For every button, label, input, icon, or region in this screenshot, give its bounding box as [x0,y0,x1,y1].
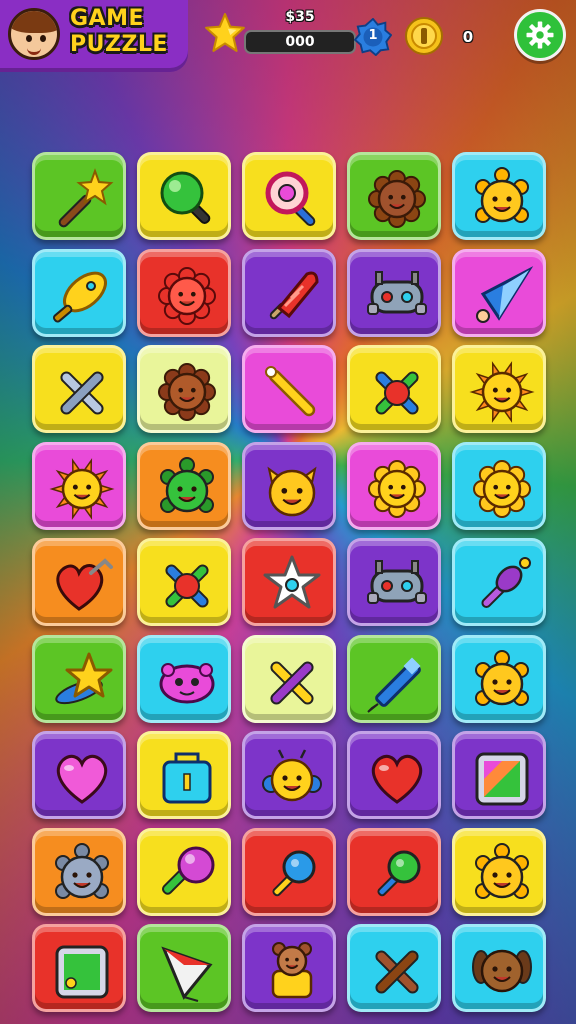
tile-green-turtle[interactable] [137,441,231,530]
tile-yellow-turtle[interactable] [452,827,546,916]
blue-pin-icon [272,850,316,896]
tile-yellow-turtle[interactable] [452,152,546,240]
tile-gray-robot[interactable] [347,538,441,626]
tile-heart-hook[interactable] [32,538,126,626]
tile-brown-flower-face[interactable] [137,345,231,433]
cross-sticks-icon [375,950,419,994]
gray-robot-icon [367,270,427,315]
tile-blue-pin[interactable] [242,827,336,916]
tile-sun-face[interactable] [452,345,546,433]
tile-bear-shirt[interactable] [242,924,336,1012]
tile-white-star[interactable] [242,538,336,626]
tile-red-crab[interactable] [137,248,231,337]
tile-yellow-star[interactable] [32,634,126,723]
tile-cross-wrench[interactable] [32,345,126,433]
tile-red-heart[interactable] [347,731,441,819]
white-star-icon [263,555,321,609]
popsicle-icon [269,271,319,319]
blue-pencil-icon [367,657,421,713]
sun-face-icon [49,457,115,520]
cross-ball-icon [165,564,209,608]
tile-gray-robot[interactable] [347,248,441,337]
sun-face-icon [469,361,535,423]
tile-blue-pencil[interactable] [347,634,441,723]
pink-heart-icon [57,754,107,804]
tile-yellow-cross[interactable] [242,634,336,723]
tile-cross-sticks[interactable] [347,924,441,1012]
yellow-cross-icon [270,660,314,705]
tile-yellow-rocket[interactable] [32,248,126,337]
yellow-flower-face-icon [473,459,531,518]
cat-face-icon [267,466,317,516]
yellow-bug-icon [262,749,322,802]
tile-blue-cone[interactable] [452,248,546,337]
green-pin-icon [377,850,421,896]
tile-green-pin[interactable] [347,827,441,916]
tile-green-lollipop[interactable] [137,152,231,240]
tile-cross-ball[interactable] [137,538,231,626]
tile-kite[interactable] [137,924,231,1012]
cross-wrench-icon [60,371,104,415]
tile-yellow-flower-face[interactable] [452,441,546,530]
yellow-turtle-icon [475,842,529,899]
tile-gray-turtle[interactable] [32,827,126,916]
blue-box-icon [162,752,212,804]
magnifier-icon [265,171,316,227]
yellow-rocket-icon [52,271,107,322]
brown-dog-icon [472,949,532,993]
tile-magnifier[interactable] [242,152,336,240]
bear-shirt-icon [271,942,313,999]
yellow-turtle-icon [475,649,529,706]
heart-hook-icon [56,558,113,611]
tile-pink-heart[interactable] [32,731,126,819]
wand-icon [58,168,114,228]
rainbow-card-icon [475,752,529,806]
tile-pink-lollipop[interactable] [137,827,231,916]
green-lollipop-icon [160,171,211,225]
pink-lollipop-icon [161,846,215,895]
tile-rainbow-card[interactable] [452,731,546,819]
tile-popsicle[interactable] [242,248,336,337]
yellow-flower-face-icon [368,459,426,518]
red-crab-icon [158,266,216,325]
purple-sword-icon [481,557,531,608]
golden-wand-icon [265,366,316,417]
kite-icon [161,946,213,1002]
tile-brown-dog[interactable] [452,924,546,1012]
tile-green-card[interactable] [32,924,126,1012]
tile-golden-wand[interactable] [242,345,336,433]
tile-yellow-turtle[interactable] [452,634,546,723]
tile-wand[interactable] [32,152,126,240]
red-heart-icon [372,754,422,804]
tile-blue-box[interactable] [137,731,231,819]
pink-blob-icon [159,662,215,703]
tile-sun-face[interactable] [32,441,126,530]
tile-brown-creature[interactable] [347,152,441,240]
blue-cone-icon [476,265,534,323]
tile-pink-blob[interactable] [137,634,231,723]
tile-yellow-bug[interactable] [242,731,336,819]
game-board [0,0,576,1024]
gray-robot-icon [367,560,427,604]
brown-flower-face-icon [158,363,216,421]
tile-cross-ball[interactable] [347,345,441,433]
yellow-turtle-icon [475,167,529,223]
tile-purple-sword[interactable] [452,538,546,626]
tile-cat-face[interactable] [242,441,336,530]
green-card-icon [55,945,109,999]
brown-creature-icon [368,170,426,228]
gray-turtle-icon [55,842,109,899]
tile-yellow-flower-face[interactable] [347,441,441,530]
yellow-star-icon [55,652,113,704]
green-turtle-icon [160,456,214,513]
cross-ball-icon [375,371,419,415]
